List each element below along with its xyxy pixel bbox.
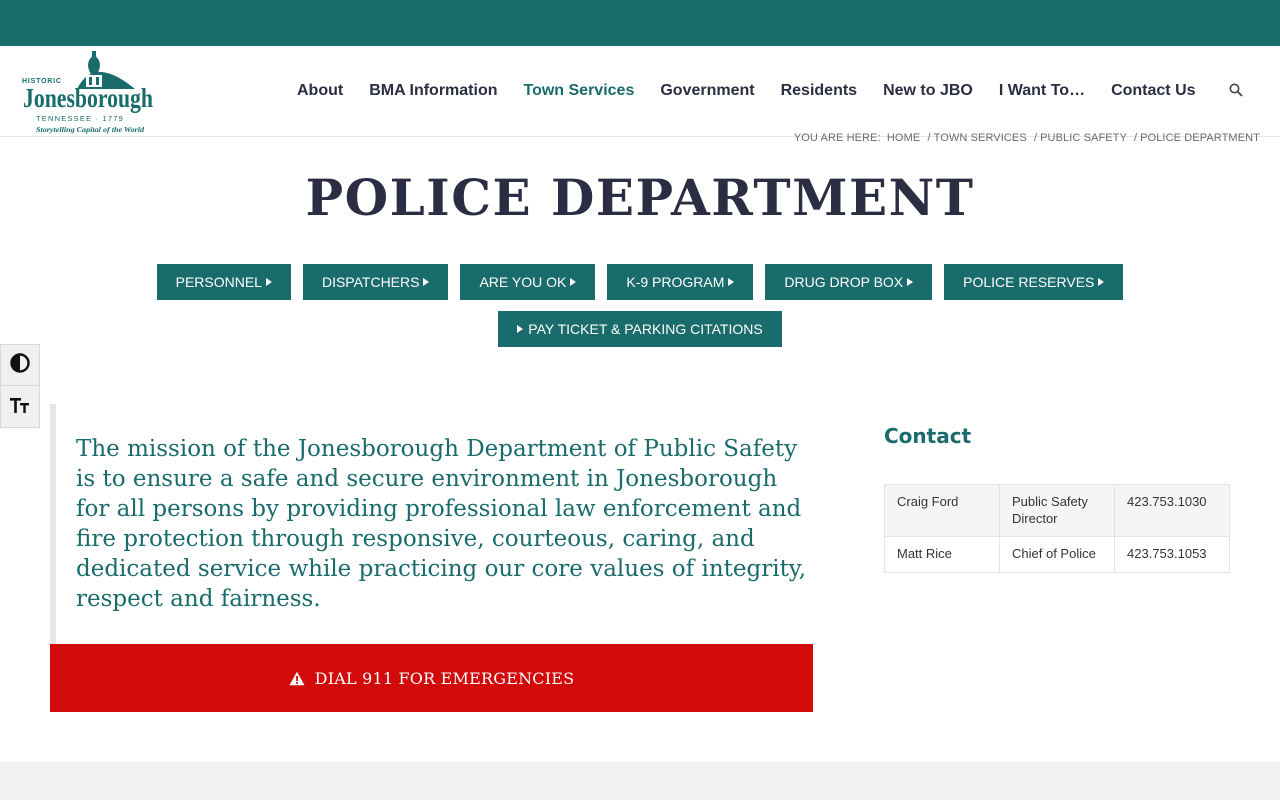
nav-item-about[interactable]: About — [284, 82, 356, 100]
subnav-row-2: PAY TICKET & PARKING CITATIONS — [0, 311, 1280, 347]
emergency-banner[interactable]: DIAL 911 FOR EMERGENCIES — [50, 644, 813, 712]
caret-right-icon — [1098, 278, 1105, 286]
subnav-are-you-ok-button[interactable]: ARE YOU OK — [460, 264, 596, 300]
caret-right-icon — [570, 278, 577, 286]
contact-phone[interactable]: 423.753.1053 — [1114, 536, 1230, 573]
nav-item-town-services[interactable]: Town Services — [510, 82, 647, 100]
subnav-label: K-9 PROGRAM — [626, 274, 725, 290]
top-bar — [0, 0, 1280, 46]
contact-title: Public Safety Director — [999, 484, 1115, 537]
mission-statement: The mission of the Jonesborough Departme… — [50, 404, 813, 644]
caret-right-icon — [517, 325, 524, 333]
contact-phone[interactable]: 423.753.1030 — [1114, 484, 1230, 537]
logo-sub: TENNESSEE · 1779 — [36, 114, 124, 123]
subnav-personnel-button[interactable]: PERSONNEL — [156, 264, 291, 300]
page-title: POLICE DEPARTMENT — [305, 168, 975, 227]
nav-item-i-want-to[interactable]: I Want To… — [986, 82, 1098, 100]
contact-table: Craig Ford Public Safety Director 423.75… — [884, 484, 1230, 573]
caret-right-icon — [423, 278, 430, 286]
subnav-police-reserves-button[interactable]: POLICE RESERVES — [944, 264, 1124, 300]
breadcrumb-prefix: YOU ARE HERE: — [793, 132, 881, 144]
breadcrumb-current: POLICE DEPARTMENT — [1140, 132, 1260, 144]
contact-name: Craig Ford — [884, 484, 1000, 537]
accessibility-toolbar — [0, 344, 40, 428]
breadcrumb-town-services[interactable]: TOWN SERVICES — [934, 132, 1027, 144]
subnav-pay-ticket-button[interactable]: PAY TICKET & PARKING CITATIONS — [498, 311, 782, 347]
site-logo[interactable]: HISTORIC Jonesborough TENNESSEE · 1779 S… — [22, 49, 158, 135]
caret-right-icon — [265, 278, 272, 286]
nav-item-contact-us[interactable]: Contact Us — [1098, 82, 1208, 100]
breadcrumb: YOU ARE HERE: HOME / TOWN SERVICES / PUBLI… — [791, 132, 1260, 144]
contact-title: Chief of Police — [999, 536, 1115, 573]
breadcrumb-public-safety[interactable]: PUBLIC SAFETY — [1040, 132, 1127, 144]
subnav-label: DISPATCHERS — [321, 274, 420, 290]
nav-item-new-to-jbo[interactable]: New to JBO — [870, 82, 986, 100]
main-nav: About BMA Information Town Services Gove… — [284, 46, 1209, 136]
subnav-label: PAY TICKET & PARKING CITATIONS — [528, 321, 763, 337]
subnav-label: PERSONNEL — [175, 274, 262, 290]
subnav-drug-drop-box-button[interactable]: DRUG DROP BOX — [765, 264, 933, 300]
caret-right-icon — [728, 278, 735, 286]
subnav-label: ARE YOU OK — [479, 274, 567, 290]
nav-item-residents[interactable]: Residents — [768, 82, 870, 100]
table-row: Craig Ford Public Safety Director 423.75… — [884, 484, 1230, 537]
table-row: Matt Rice Chief of Police 423.753.1053 — [884, 536, 1230, 573]
subnav-k9-program-button[interactable]: K-9 PROGRAM — [607, 264, 754, 300]
subnav-row-1: PERSONNEL DISPATCHERS ARE YOU OK K-9 PRO… — [0, 264, 1280, 300]
text-size-icon — [9, 393, 31, 420]
footer-strip — [0, 762, 1280, 800]
mission-text: The mission of the Jonesborough Departme… — [76, 436, 807, 612]
toggle-font-size-button[interactable] — [0, 386, 40, 428]
subnav-label: POLICE RESERVES — [963, 274, 1095, 290]
logo-tagline: Storytelling Capital of the World — [36, 125, 144, 134]
subnav-label: DRUG DROP BOX — [784, 274, 904, 290]
subnav-dispatchers-button[interactable]: DISPATCHERS — [302, 264, 449, 300]
search-icon[interactable] — [1229, 83, 1245, 99]
breadcrumb-separator: / — [1033, 132, 1038, 144]
breadcrumb-separator: / — [927, 132, 931, 144]
logo-name: Jonesborough — [23, 83, 153, 113]
nav-item-bma-information[interactable]: BMA Information — [356, 82, 510, 100]
toggle-contrast-button[interactable] — [0, 344, 40, 386]
contrast-icon — [9, 352, 31, 379]
contact-heading: Contact — [884, 424, 972, 448]
breadcrumb-home[interactable]: HOME — [887, 132, 920, 144]
nav-item-government[interactable]: Government — [647, 82, 767, 100]
emergency-label: DIAL 911 FOR EMERGENCIES — [314, 668, 575, 688]
caret-right-icon — [907, 278, 914, 286]
site-header: HISTORIC Jonesborough TENNESSEE · 1779 S… — [0, 46, 1280, 137]
warning-icon — [289, 671, 305, 686]
contact-name: Matt Rice — [884, 536, 1000, 573]
breadcrumb-separator: / — [1133, 132, 1138, 144]
